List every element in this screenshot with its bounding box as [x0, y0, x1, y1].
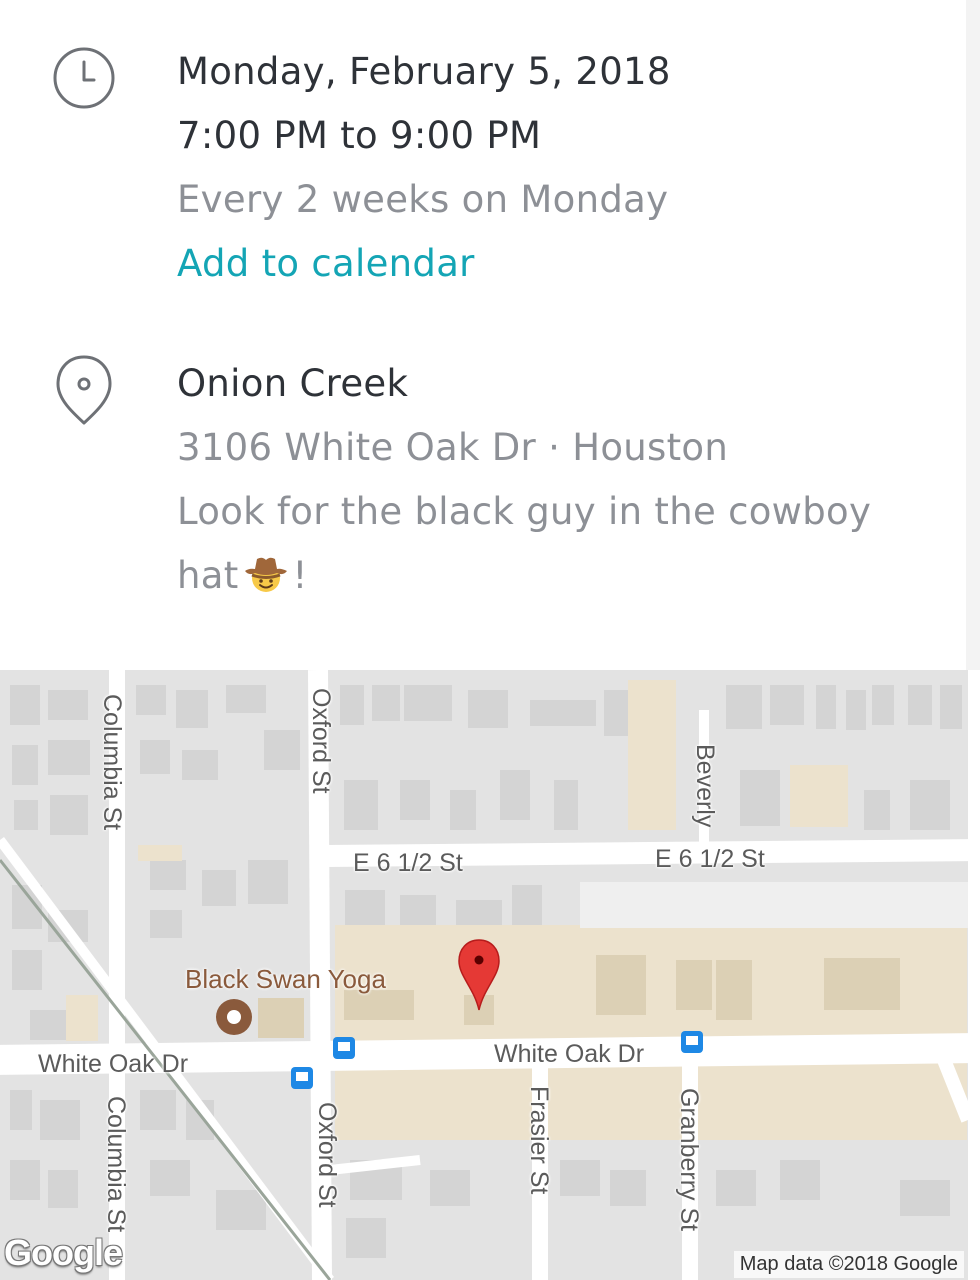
add-to-calendar-link[interactable]: Add to calendar	[177, 232, 671, 296]
cowboy-hat-face-icon	[243, 550, 289, 614]
street-label-columbia-bottom: Columbia St	[102, 1096, 130, 1233]
street-label-oxford-top: Oxford St	[307, 688, 335, 794]
event-time-details: Monday, February 5, 2018 7:00 PM to 9:00…	[177, 40, 671, 296]
event-recurrence: Every 2 weeks on Monday	[177, 178, 669, 221]
map-poi-marker	[216, 999, 252, 1035]
street-label-frasier: Frasier St	[525, 1086, 553, 1195]
map-parking-band	[580, 882, 968, 928]
street-label-oxford-bottom: Oxford St	[313, 1102, 341, 1208]
location-note-line1: Look for the black guy in the cowboy	[177, 490, 872, 533]
street-label-white-oak-right: White Oak Dr	[494, 1040, 645, 1068]
location-pin-icon	[54, 354, 114, 430]
location-note-suffix: !	[292, 554, 308, 597]
venue-name[interactable]: Onion Creek	[177, 352, 871, 416]
location-details: Onion Creek 3106 White Oak Dr · Houston …	[177, 352, 871, 614]
street-label-beverly: Beverly	[691, 744, 719, 828]
street-label-e612-right: E 6 1/2 St	[655, 845, 765, 873]
map-canvas	[0, 670, 968, 1280]
event-time-section: Monday, February 5, 2018 7:00 PM to 9:00…	[0, 28, 966, 308]
location-map[interactable]: Columbia St Oxford St Beverly E 6 1/2 St…	[0, 670, 968, 1280]
street-label-columbia-top: Columbia St	[98, 694, 126, 831]
street-label-e612-left: E 6 1/2 St	[353, 849, 463, 877]
scrollbar-track[interactable]	[966, 0, 980, 670]
street-label-white-oak-left: White Oak Dr	[38, 1050, 189, 1078]
location-section: Onion Creek 3106 White Oak Dr · Houston …	[0, 340, 966, 630]
location-note-prefix: hat	[177, 554, 239, 597]
clock-icon	[52, 46, 116, 114]
poi-label-black-swan-yoga[interactable]: Black Swan Yoga	[185, 964, 386, 995]
street-label-granberry: Granberry St	[675, 1088, 703, 1232]
google-logo[interactable]: Google	[4, 1232, 123, 1274]
venue-address[interactable]: 3106 White Oak Dr · Houston	[177, 416, 871, 480]
event-time-range: 7:00 PM to 9:00 PM	[177, 114, 542, 157]
map-attribution[interactable]: Map data ©2018 Google	[733, 1251, 964, 1278]
location-note-line2: hat !	[177, 544, 871, 614]
event-date: Monday, February 5, 2018	[177, 50, 671, 93]
